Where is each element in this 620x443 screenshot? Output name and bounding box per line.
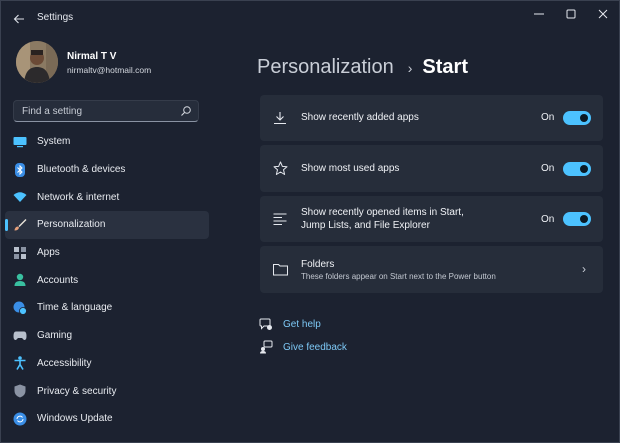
avatar-photo	[16, 41, 58, 83]
setting-title: Folders	[301, 259, 335, 270]
toggle-knob	[580, 165, 588, 173]
sidebar-item-accounts[interactable]: Accounts	[5, 266, 209, 294]
download-icon	[272, 110, 288, 126]
toggle-state-label: On	[541, 214, 555, 225]
chevron-right-icon: ›	[582, 262, 586, 276]
page-title: Start	[422, 56, 468, 78]
search-icon[interactable]	[180, 105, 192, 117]
sidebar-item-system[interactable]: System	[5, 128, 209, 156]
close-button[interactable]	[587, 1, 619, 27]
breadcrumb: Personalization › Start	[257, 56, 468, 79]
maximize-button[interactable]	[555, 1, 587, 27]
wifi-icon	[13, 190, 27, 204]
help-chat-icon	[259, 317, 273, 331]
user-name: Nirmal T V	[67, 51, 117, 62]
sidebar-item-label: Bluetooth & devices	[37, 164, 126, 176]
sidebar-nav: System Bluetooth & devices Network & int…	[5, 128, 209, 433]
minimize-icon	[534, 13, 544, 15]
sidebar-item-bluetooth[interactable]: Bluetooth & devices	[5, 156, 209, 184]
sidebar-item-privacy-security[interactable]: Privacy & security	[5, 377, 209, 405]
bluetooth-icon	[13, 162, 27, 177]
gamepad-icon	[13, 329, 27, 343]
recently-opened-items-toggle[interactable]	[563, 212, 591, 226]
title-bar: Settings	[1, 1, 619, 35]
recently-added-apps-toggle[interactable]	[563, 111, 591, 125]
setting-recently-added-apps: Show recently added apps On	[260, 95, 603, 141]
user-email: nirmaltv@hotmail.com	[67, 65, 152, 75]
search-input[interactable]: Find a setting	[13, 100, 199, 122]
sidebar-item-label: Accessibility	[37, 357, 92, 369]
paintbrush-icon	[13, 218, 27, 232]
minimize-button[interactable]	[523, 1, 555, 27]
setting-folders[interactable]: Folders These folders appear on Start ne…	[260, 246, 603, 293]
sidebar-item-gaming[interactable]: Gaming	[5, 322, 209, 350]
sidebar-item-label: System	[37, 136, 71, 148]
give-feedback-label: Give feedback	[283, 341, 347, 353]
sidebar-item-label: Network & internet	[37, 191, 120, 203]
avatar[interactable]	[16, 41, 58, 83]
back-arrow-icon	[13, 14, 24, 24]
globe-clock-icon	[13, 301, 27, 315]
sidebar-item-windows-update[interactable]: Windows Update	[5, 405, 209, 433]
active-indicator	[5, 219, 8, 232]
sidebar-item-label: Privacy & security	[37, 385, 117, 397]
setting-title: Show most used apps	[301, 163, 400, 174]
toggle-state-label: On	[541, 163, 555, 174]
list-lines-icon	[272, 211, 288, 227]
setting-title-line1: Show recently opened items in Start,	[301, 207, 464, 218]
star-icon	[272, 160, 288, 176]
update-icon	[13, 412, 27, 426]
most-used-apps-toggle[interactable]	[563, 162, 591, 176]
breadcrumb-parent[interactable]: Personalization	[257, 56, 394, 79]
close-icon	[598, 9, 608, 19]
sidebar-item-label: Apps	[37, 247, 60, 259]
sidebar-item-apps[interactable]: Apps	[5, 239, 209, 267]
search-placeholder: Find a setting	[22, 106, 83, 117]
breadcrumb-separator: ›	[407, 59, 413, 76]
sidebar-item-accessibility[interactable]: Accessibility	[5, 350, 209, 378]
settings-window: Settings Nirmal T V nirmaltv@hotmail.com…	[0, 0, 620, 443]
sidebar-item-label: Windows Update	[37, 413, 113, 425]
sidebar-item-personalization[interactable]: Personalization	[5, 211, 209, 239]
accounts-icon	[13, 273, 27, 287]
sidebar-item-label: Time & language	[37, 302, 113, 314]
setting-title: Show recently added apps	[301, 112, 419, 123]
get-help-link[interactable]: Get help	[259, 317, 321, 331]
setting-subtitle: These folders appear on Start next to th…	[301, 272, 496, 281]
setting-recently-opened-items: Show recently opened items in Start, Jum…	[260, 196, 603, 242]
sidebar-item-label: Accounts	[37, 274, 79, 286]
folder-icon	[272, 261, 288, 277]
system-monitor-icon	[13, 135, 27, 149]
toggle-knob	[580, 215, 588, 223]
setting-most-used-apps: Show most used apps On	[260, 145, 603, 192]
sidebar-item-network[interactable]: Network & internet	[5, 183, 209, 211]
get-help-label: Get help	[283, 318, 321, 330]
sidebar-item-time-language[interactable]: Time & language	[5, 294, 209, 322]
sidebar-item-label: Personalization	[37, 219, 106, 231]
back-button[interactable]	[9, 9, 29, 29]
apps-icon	[13, 246, 27, 260]
maximize-icon	[566, 9, 576, 19]
toggle-knob	[580, 114, 588, 122]
accessibility-icon	[13, 356, 27, 371]
setting-title-line2: Jump Lists, and File Explorer	[301, 220, 430, 231]
app-title: Settings	[37, 12, 74, 23]
give-feedback-link[interactable]: Give feedback	[259, 340, 347, 354]
shield-icon	[13, 384, 27, 398]
sidebar-item-label: Gaming	[37, 330, 73, 342]
toggle-state-label: On	[541, 112, 555, 123]
feedback-icon	[259, 340, 273, 354]
